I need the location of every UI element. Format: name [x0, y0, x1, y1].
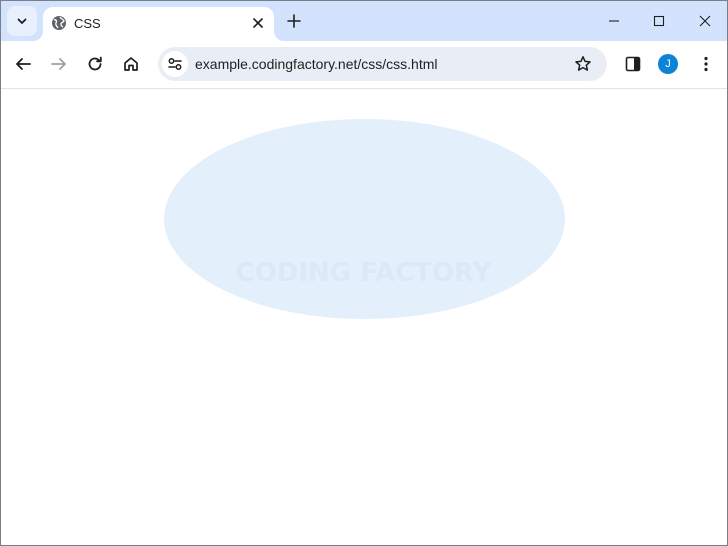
reload-icon — [86, 55, 104, 73]
minimize-button[interactable] — [591, 1, 637, 41]
forward-button[interactable] — [47, 52, 71, 76]
url-text[interactable]: example.codingfactory.net/css/css.html — [195, 56, 438, 72]
tab-active[interactable]: CSS — [43, 7, 274, 41]
tab-title: CSS — [74, 16, 101, 31]
profile-avatar[interactable]: J — [658, 54, 678, 74]
side-panel-icon — [625, 56, 641, 72]
globe-icon — [51, 15, 67, 31]
plus-icon — [287, 14, 301, 28]
arrow-right-icon — [50, 55, 68, 73]
tune-icon — [167, 56, 183, 72]
more-vertical-icon — [704, 56, 708, 72]
browser-toolbar: example.codingfactory.net/css/css.html J — [1, 41, 727, 89]
window-close-button[interactable] — [682, 1, 727, 41]
minimize-icon — [608, 15, 620, 27]
reload-button[interactable] — [83, 52, 107, 76]
bookmark-star-icon[interactable] — [574, 55, 592, 73]
page-content: CODING FACTORY — [1, 89, 727, 545]
menu-button[interactable] — [696, 54, 716, 74]
home-button[interactable] — [119, 52, 143, 76]
chevron-down-icon — [16, 15, 28, 27]
ellipse-shape: CODING FACTORY — [164, 119, 565, 319]
close-icon — [699, 15, 711, 27]
browser-window: CSS example.codingfactory.net/css/css.ht… — [0, 0, 728, 546]
arrow-left-icon — [14, 55, 32, 73]
maximize-icon — [653, 15, 665, 27]
site-info-button[interactable] — [162, 51, 188, 77]
ellipse-text: CODING FACTORY — [235, 258, 492, 288]
home-icon — [122, 55, 140, 73]
maximize-button[interactable] — [636, 1, 682, 41]
tab-strip: CSS — [1, 1, 727, 41]
tab-close-button[interactable] — [249, 14, 267, 32]
address-bar[interactable]: example.codingfactory.net/css/css.html — [158, 47, 607, 81]
side-panel-button[interactable] — [623, 54, 643, 74]
back-button[interactable] — [11, 52, 35, 76]
new-tab-button[interactable] — [283, 10, 305, 32]
